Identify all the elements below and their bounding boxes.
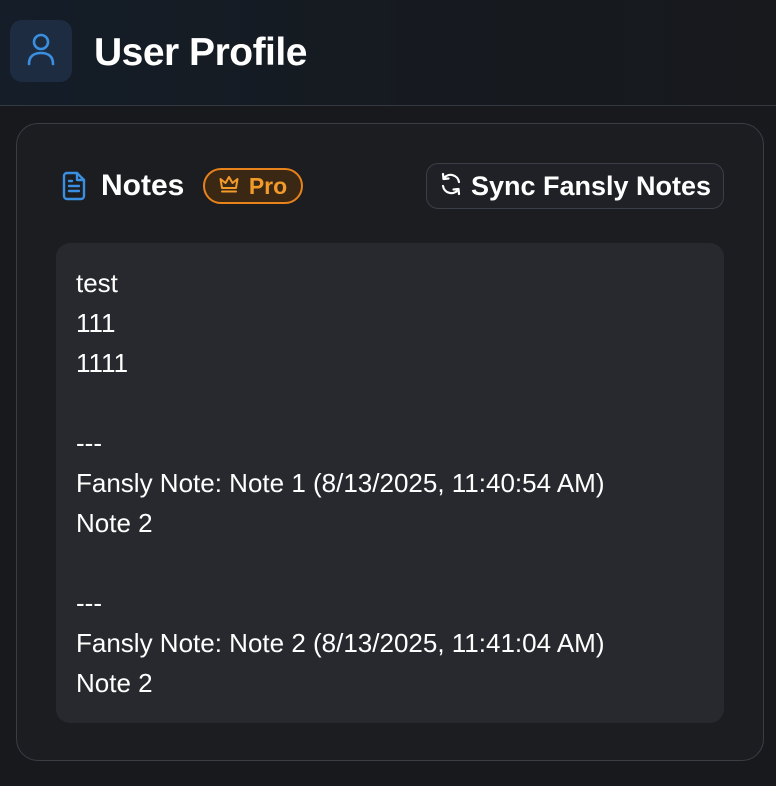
- notes-card: Notes Pro Sync Fansly Notes test 111 111…: [16, 123, 764, 761]
- document-icon: [61, 171, 87, 201]
- notes-title: Notes: [101, 169, 185, 202]
- refresh-icon: [439, 172, 463, 201]
- avatar: [10, 20, 72, 82]
- pro-badge-label: Pro: [248, 173, 288, 199]
- crown-icon: [219, 175, 239, 198]
- user-icon: [26, 32, 56, 71]
- page-header: User Profile: [0, 0, 776, 106]
- sync-button-label: Sync Fansly Notes: [470, 171, 712, 201]
- pro-badge: Pro: [203, 168, 303, 204]
- page-title: User Profile: [94, 31, 307, 74]
- sync-fansly-notes-button[interactable]: Sync Fansly Notes: [426, 163, 724, 209]
- notes-textarea[interactable]: test 111 1111 --- Fansly Note: Note 1 (8…: [56, 243, 724, 723]
